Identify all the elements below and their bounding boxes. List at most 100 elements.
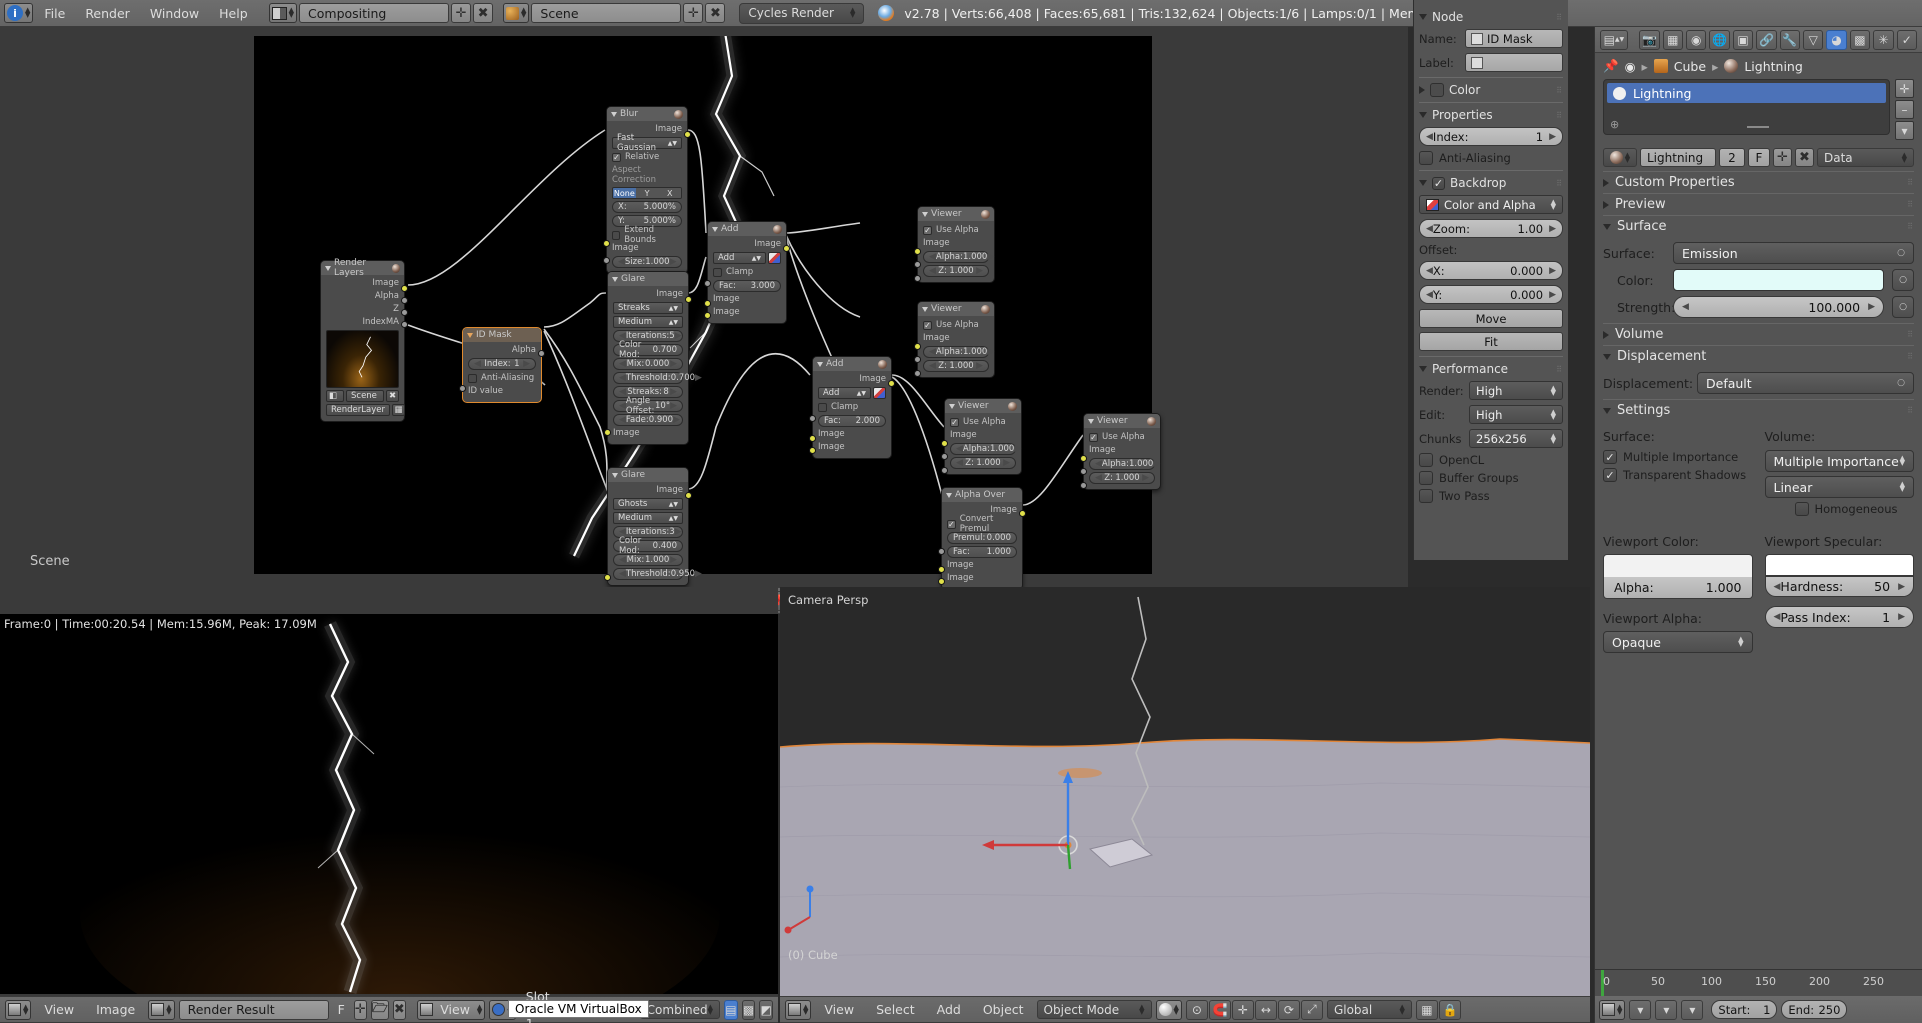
decrement-icon[interactable]: ◀: [929, 252, 936, 262]
viewport-editor-type-selector[interactable]: ▲ ▼: [785, 999, 812, 1020]
material-browse-button[interactable]: ▲ ▼: [1603, 148, 1637, 167]
view-mode-selector[interactable]: View ▲ ▼: [417, 999, 486, 1020]
chunks-row[interactable]: Chunks 256x256 ▲ ▼: [1419, 429, 1563, 448]
new-material-button[interactable]: ✛: [1773, 148, 1792, 167]
increment-icon[interactable]: ▶: [1153, 459, 1160, 469]
node-label-row[interactable]: Label:: [1419, 53, 1563, 72]
backdrop-channel-row[interactable]: Color and Alpha ▲ ▼: [1419, 195, 1563, 214]
image-menu-image[interactable]: Image: [87, 996, 144, 1023]
material-name-field[interactable]: Lightning: [1640, 148, 1716, 167]
chunks-dropdown[interactable]: 256x256 ▲ ▼: [1469, 429, 1563, 448]
section-surface[interactable]: Surface ⠿: [1603, 215, 1914, 237]
id-mask-index-field[interactable]: ◀ Index: 1 ▶: [468, 358, 536, 370]
decrement-icon[interactable]: ◀: [1774, 612, 1781, 622]
increment-icon[interactable]: ▶: [1142, 473, 1149, 483]
collapse-triangle-icon[interactable]: [325, 265, 331, 271]
edit-quality-row[interactable]: Edit: High ▲ ▼: [1419, 405, 1563, 424]
increment-icon[interactable]: ▶: [1014, 444, 1021, 454]
multiple-importance-check[interactable]: ✓ Multiple Importance: [1603, 450, 1753, 464]
decrement-icon[interactable]: ◀: [929, 361, 936, 371]
section-performance[interactable]: Performance ⠿: [1419, 362, 1563, 376]
fake-user-button[interactable]: F: [1748, 148, 1770, 167]
timeline-frame-menu[interactable]: ▾: [1681, 999, 1704, 1020]
glare-type-dropdown[interactable]: Ghosts ▲▼: [613, 498, 683, 510]
checkbox-icon[interactable]: ✓: [947, 519, 956, 529]
timeline-editor-type-selector[interactable]: ▲ ▼: [1599, 999, 1626, 1020]
chevron-down-icon[interactable]: [1603, 353, 1611, 360]
collapse-triangle-icon[interactable]: [612, 472, 618, 478]
tab-render[interactable]: 📷: [1639, 29, 1660, 50]
fac-field[interactable]: Fac: 3.000: [713, 280, 781, 292]
homogeneous-check[interactable]: Homogeneous: [1765, 502, 1915, 516]
checkbox-icon[interactable]: ✓: [1603, 450, 1617, 464]
scene-type-icon[interactable]: ▲ ▼: [503, 3, 530, 23]
slot-specials-menu[interactable]: ▾: [1895, 121, 1914, 140]
v3d-menu-add[interactable]: Add: [928, 996, 970, 1023]
remove-material-slot-button[interactable]: –: [1895, 100, 1914, 119]
checkbox-icon[interactable]: [1419, 453, 1433, 467]
breadcrumb-material[interactable]: Lightning: [1744, 59, 1802, 74]
displacement-dropdown[interactable]: Default ○: [1697, 372, 1914, 394]
increment-icon[interactable]: ▶: [523, 359, 530, 369]
checkbox-icon[interactable]: ✓: [612, 152, 621, 162]
translate-manipulator-icon[interactable]: ↔: [1254, 999, 1277, 1020]
editor-type-selector[interactable]: ▤ ▲▼: [1600, 29, 1628, 50]
increment-icon[interactable]: ▶: [987, 347, 994, 357]
pivot-selector-icon[interactable]: ⊙: [1185, 999, 1208, 1020]
v3d-menu-view[interactable]: View: [815, 996, 863, 1023]
color-checkbox[interactable]: [1430, 83, 1444, 97]
grip-handle[interactable]: [1746, 126, 1769, 128]
frame-start-field[interactable]: Start: 1: [1711, 1000, 1778, 1019]
tab-constraints[interactable]: 🔗: [1756, 29, 1777, 50]
add-slot-icon[interactable]: ⊕: [1610, 118, 1619, 131]
tab-object-data[interactable]: ▽: [1803, 29, 1824, 50]
displacement-row[interactable]: Displacement: Default ○: [1603, 372, 1914, 394]
strength-animate-button[interactable]: ○: [1892, 296, 1914, 318]
menu-window[interactable]: Window: [141, 0, 208, 27]
material-slot-row[interactable]: Lightning: [1607, 83, 1886, 103]
collapse-triangle-icon[interactable]: [922, 306, 928, 312]
scene-field[interactable]: Scene: [346, 390, 384, 402]
emission-strength-field[interactable]: ◀ 100.000 ▶: [1673, 296, 1884, 318]
tab-physics[interactable]: ✓: [1896, 29, 1917, 50]
chevron-right-icon[interactable]: [1603, 200, 1609, 209]
decrement-icon[interactable]: ◀: [619, 569, 626, 579]
colorspace-icon[interactable]: [768, 252, 781, 264]
material-link-dropdown[interactable]: Data ▲ ▼: [1817, 148, 1914, 167]
volume-sampling-dropdown[interactable]: Multiple Importance ▲ ▼: [1764, 450, 1914, 472]
collapse-triangle-icon[interactable]: [817, 361, 823, 367]
node-header[interactable]: Viewer: [1084, 414, 1160, 428]
decrement-icon[interactable]: ◀: [956, 458, 963, 468]
menu-render[interactable]: Render: [76, 0, 139, 27]
buffer-groups-check[interactable]: Buffer Groups: [1419, 471, 1563, 485]
use-alpha-check[interactable]: ✓ Use Alpha: [1089, 431, 1155, 443]
decrement-icon[interactable]: ◀: [1426, 132, 1433, 142]
decrement-icon[interactable]: ◀: [1774, 582, 1781, 592]
decrement-icon[interactable]: ◀: [956, 444, 963, 454]
transparent-shadows-check[interactable]: ✓ Transparent Shadows: [1603, 468, 1753, 482]
fake-user-button[interactable]: F: [333, 996, 350, 1023]
checkbox-icon[interactable]: [1419, 471, 1433, 485]
section-node[interactable]: Node ⠿: [1419, 10, 1563, 24]
lock-scene-icon[interactable]: 🔒: [1438, 999, 1461, 1020]
decrement-icon[interactable]: ◀: [619, 415, 626, 425]
decrement-icon[interactable]: ◀: [619, 387, 626, 397]
chevron-down-icon[interactable]: [1603, 407, 1611, 414]
node-header[interactable]: Alpha Over: [942, 488, 1022, 502]
blur-extend-bounds-check[interactable]: Extend Bounds: [612, 225, 682, 245]
collapse-triangle-icon[interactable]: [922, 211, 928, 217]
offset-x-field[interactable]: ◀ X: 0.000 ▶: [1419, 261, 1563, 280]
display-channels-color-alpha[interactable]: ▤: [724, 999, 738, 1020]
checkbox-icon[interactable]: [1419, 151, 1433, 165]
node-header[interactable]: Viewer: [918, 207, 994, 221]
mix-operation-dropdown[interactable]: Add ▲▼: [818, 387, 871, 399]
scale-manipulator-icon[interactable]: ⤢: [1300, 999, 1323, 1020]
display-channels-alpha[interactable]: ◩: [759, 999, 773, 1020]
viewport-shading-selector[interactable]: ▲ ▼: [1155, 999, 1182, 1020]
node-label-field[interactable]: [1465, 53, 1563, 72]
node-header[interactable]: Viewer: [945, 399, 1021, 413]
viewer-z-field[interactable]: ◀ Z: 1.000 ▶: [950, 457, 1016, 469]
node-alpha-over[interactable]: Alpha Over Image ✓ Convert Premul Premul…: [938, 487, 1026, 587]
collapse-triangle-icon[interactable]: [949, 403, 955, 409]
transform-orientation-dropdown[interactable]: Global ▲ ▼: [1326, 1000, 1412, 1019]
